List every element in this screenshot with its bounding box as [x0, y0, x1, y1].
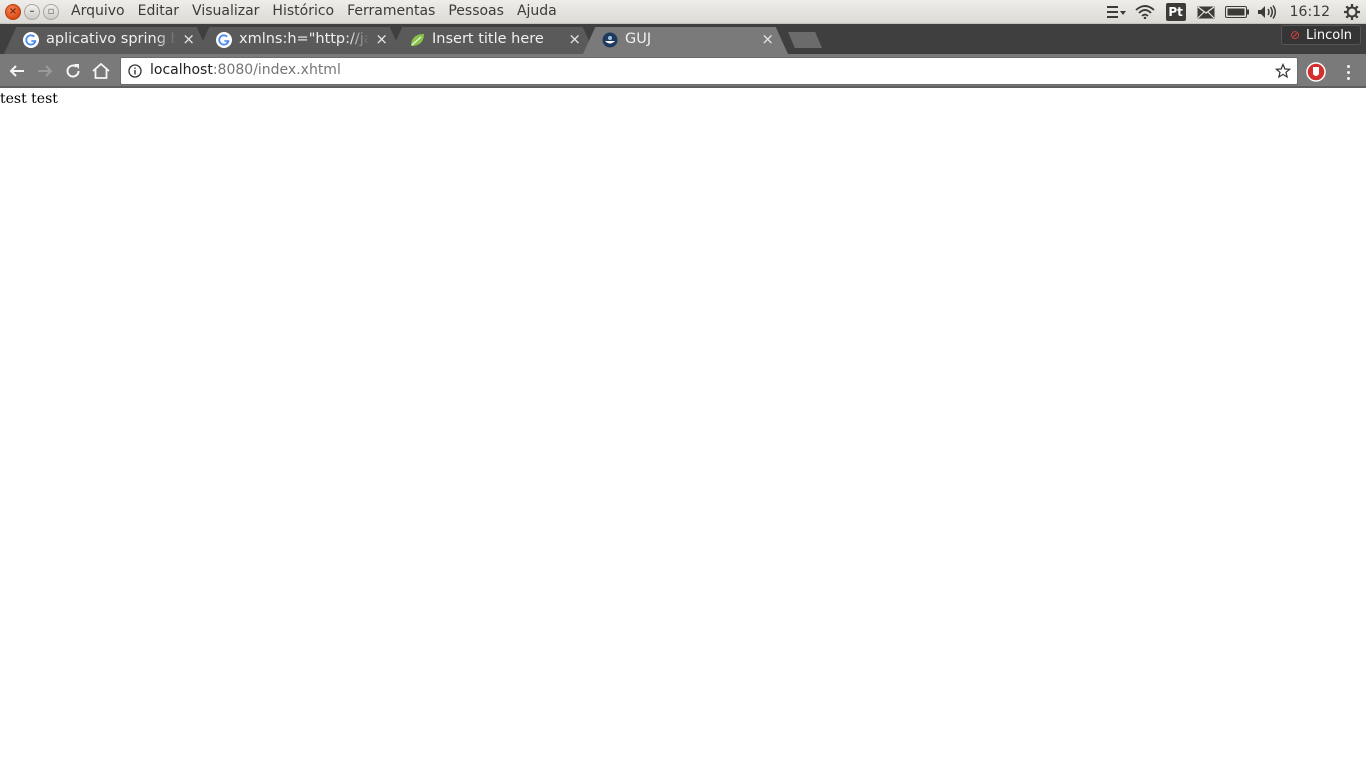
- window-minimize-button[interactable]: –: [24, 4, 40, 20]
- new-tab-button[interactable]: [788, 32, 822, 48]
- tab-aplicativo-spring-boot[interactable]: aplicativo spring boot ×: [4, 27, 209, 54]
- reload-icon: [66, 64, 80, 78]
- volume-icon[interactable]: [1254, 0, 1280, 24]
- system-indicators: Pt 16:12: [1104, 0, 1366, 24]
- tab-guj[interactable]: GUJ ×: [583, 27, 788, 54]
- menu-historico[interactable]: Histórico: [272, 3, 334, 19]
- back-button[interactable]: [6, 60, 28, 82]
- tab-insert-title-here[interactable]: Insert title here ×: [390, 27, 595, 54]
- clock[interactable]: 16:12: [1290, 4, 1330, 20]
- tab-strip: aplicativo spring boot × xmlns:h="http:/…: [0, 24, 1366, 54]
- tab-title: GUJ: [625, 31, 652, 47]
- menu-visualizar[interactable]: Visualizar: [192, 3, 259, 19]
- address-bar[interactable]: localhost:8080/index.xhtml: [120, 57, 1298, 85]
- reload-button[interactable]: [62, 60, 84, 82]
- tab-xmlns[interactable]: xmlns:h="http://java ×: [197, 27, 402, 54]
- info-icon[interactable]: [128, 64, 142, 78]
- google-icon: [23, 32, 39, 48]
- keyboard-icon[interactable]: Pt: [1165, 3, 1186, 21]
- power-gear-icon[interactable]: [1338, 0, 1366, 24]
- battery-icon[interactable]: [1220, 0, 1254, 24]
- browser-menu-icon[interactable]: [1340, 62, 1356, 82]
- home-button[interactable]: [90, 60, 112, 82]
- google-icon: [216, 32, 232, 48]
- menu-ajuda[interactable]: Ajuda: [517, 3, 557, 19]
- tab-title: Insert title here: [432, 31, 544, 47]
- url-text[interactable]: localhost:8080/index.xhtml: [150, 62, 341, 78]
- forward-button[interactable]: [34, 60, 56, 82]
- extension-shield-icon[interactable]: [1306, 62, 1326, 82]
- url-path: :8080/index.xhtml: [212, 62, 341, 78]
- profile-icon: ⊘: [1289, 28, 1300, 42]
- menu-list-icon[interactable]: [1104, 0, 1130, 24]
- tab-close-icon[interactable]: ×: [761, 30, 774, 48]
- window-close-button[interactable]: ×: [5, 4, 21, 20]
- spring-leaf-icon: [411, 34, 424, 46]
- tab-title: xmlns:h="http://java: [239, 31, 369, 47]
- profile-button[interactable]: ⊘ Lincoln: [1281, 25, 1361, 45]
- menu-arquivo[interactable]: Arquivo: [71, 3, 125, 19]
- tab-close-icon[interactable]: ×: [375, 30, 388, 48]
- home-icon: [92, 63, 110, 79]
- page-body-text: test test: [0, 91, 58, 107]
- system-menu-bar: × – ▫ Arquivo Editar Visualizar Históric…: [0, 0, 1366, 24]
- guj-icon: [602, 32, 618, 48]
- mail-icon[interactable]: [1192, 0, 1220, 24]
- browser-toolbar: localhost:8080/index.xhtml: [0, 54, 1366, 88]
- app-menu: Arquivo Editar Visualizar Histórico Ferr…: [71, 3, 570, 19]
- arrow-right-icon: [38, 65, 53, 77]
- url-host: localhost: [150, 62, 213, 78]
- tab-close-icon[interactable]: ×: [568, 30, 581, 48]
- star-icon[interactable]: [1275, 63, 1291, 79]
- menu-ferramentas[interactable]: Ferramentas: [347, 3, 435, 19]
- tab-close-icon[interactable]: ×: [182, 30, 195, 48]
- profile-name: Lincoln: [1306, 27, 1353, 43]
- tab-title: aplicativo spring boot: [46, 31, 176, 47]
- page-content: test test: [0, 90, 1366, 768]
- menu-pessoas[interactable]: Pessoas: [448, 3, 504, 19]
- window-maximize-button[interactable]: ▫: [43, 4, 59, 20]
- wifi-icon[interactable]: [1130, 0, 1160, 24]
- menu-editar[interactable]: Editar: [138, 3, 179, 19]
- arrow-left-icon: [9, 65, 24, 77]
